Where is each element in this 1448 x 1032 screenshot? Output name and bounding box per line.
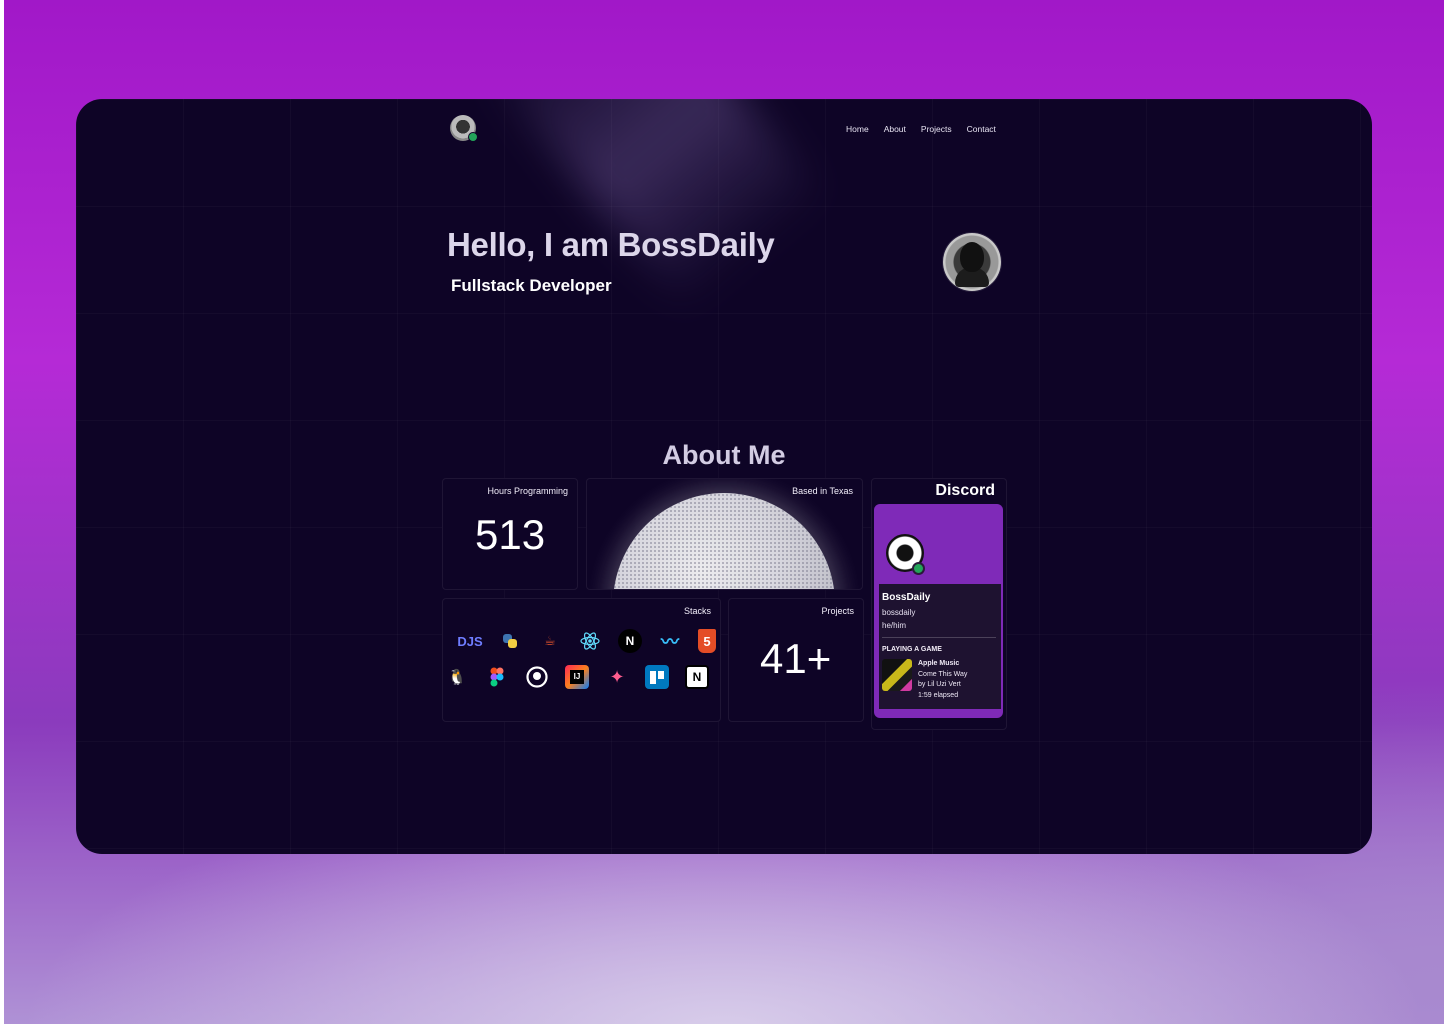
- intellij-icon: IJ: [565, 665, 589, 689]
- activity-elapsed: 1:59 elapsed: [918, 691, 959, 699]
- projects-value: 41+: [760, 635, 832, 682]
- activity-song: Come This Way: [918, 670, 968, 678]
- nav-bar: Home About Projects Contact: [846, 124, 996, 134]
- browser-window: Home About Projects Contact Hello, I am …: [76, 99, 1372, 854]
- hero-avatar: [943, 233, 1001, 291]
- hours-label: Hours Programming: [487, 486, 568, 496]
- discord-divider: [882, 637, 996, 638]
- notion-icon: N: [685, 665, 709, 689]
- nav-link-about[interactable]: About: [884, 124, 906, 134]
- discord-username: bossdaily: [882, 608, 916, 617]
- hours-card: Hours Programming 513: [442, 478, 578, 590]
- online-status-indicator: [468, 132, 478, 142]
- location-card: Based in Texas: [586, 478, 863, 590]
- nav-link-projects[interactable]: Projects: [921, 124, 952, 134]
- linux-icon: 🐧: [447, 669, 467, 686]
- stacks-card: Stacks DJS ☕ N 〰 5 🐧 IJ ✦ N: [442, 598, 721, 722]
- discordjs-icon: DJS: [457, 633, 483, 649]
- nav-avatar[interactable]: [450, 115, 478, 142]
- discord-title: Discord: [935, 482, 995, 499]
- activity-app: Apple Music: [918, 660, 960, 667]
- nav-link-home[interactable]: Home: [846, 124, 869, 134]
- discord-status-icon: [912, 562, 925, 575]
- tailwind-icon: 〰: [661, 632, 679, 652]
- github-icon: [525, 665, 549, 689]
- discord-activity-header: PLAYING A GAME: [882, 646, 942, 653]
- astro-icon: ✦: [609, 666, 625, 687]
- avatar-head: [960, 242, 984, 272]
- screen-edge-right: [1444, 0, 1448, 1032]
- hero-title: Hello, I am BossDaily: [447, 226, 775, 263]
- hero-subtitle: Fullstack Developer: [451, 276, 612, 295]
- about-title: About Me: [662, 440, 786, 470]
- nav-link-contact[interactable]: Contact: [967, 124, 996, 134]
- react-icon: [578, 629, 602, 653]
- discord-card: Discord BossDaily bossdaily he/him PLAYI…: [871, 478, 1007, 730]
- discord-profile[interactable]: BossDaily bossdaily he/him PLAYING A GAM…: [874, 504, 1003, 718]
- discord-display-name: BossDaily: [882, 592, 931, 603]
- activity-artist: by Lil Uzi Vert: [918, 681, 961, 689]
- discord-activity-details: Apple Music Come This Way by Lil Uzi Ver…: [918, 659, 967, 701]
- figma-icon: [485, 665, 509, 689]
- album-art-icon: [882, 659, 912, 691]
- trello-icon: [645, 665, 669, 689]
- hours-value: 513: [475, 511, 546, 558]
- java-icon: ☕: [544, 633, 556, 648]
- discord-pronouns: he/him: [882, 621, 907, 630]
- screen-edge-left: [0, 0, 4, 1032]
- projects-label: Projects: [821, 606, 854, 616]
- stack-icons: DJS ☕ N 〰 5 🐧 IJ ✦ N: [448, 629, 725, 701]
- stacks-label: Stacks: [683, 606, 711, 616]
- location-label: Based in Texas: [792, 486, 853, 496]
- globe-icon: [613, 493, 835, 589]
- html5-icon: 5: [698, 629, 716, 653]
- projects-card: Projects 41+: [728, 598, 864, 722]
- screen-edge-bottom: [0, 1024, 1448, 1032]
- nextjs-icon: N: [618, 629, 642, 653]
- python-icon: [498, 629, 522, 653]
